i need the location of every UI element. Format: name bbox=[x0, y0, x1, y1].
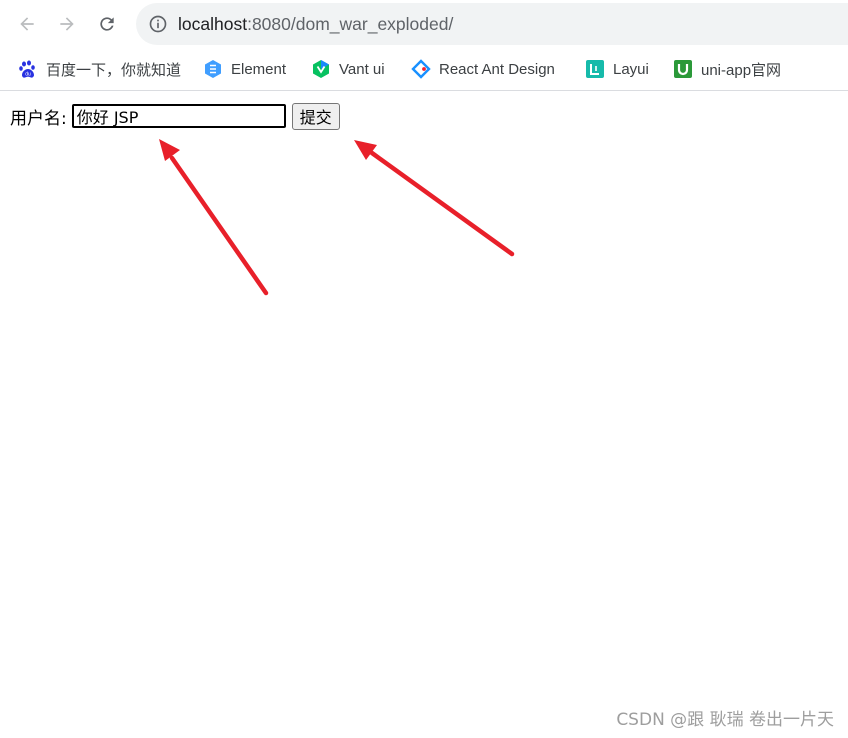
bookmarks-bar: du 百度一下，你就知道 Element Vant ui React Ant D… bbox=[0, 48, 848, 91]
bookmark-label: uni-app官网 bbox=[701, 61, 782, 79]
layui-icon bbox=[585, 59, 605, 79]
arrow-to-input bbox=[159, 139, 269, 296]
uni-app-icon bbox=[673, 59, 693, 79]
forward-button[interactable] bbox=[51, 8, 83, 40]
info-icon[interactable] bbox=[148, 14, 168, 34]
reload-icon bbox=[100, 17, 114, 31]
bookmark-vant[interactable]: Vant ui bbox=[311, 57, 385, 81]
reload-button[interactable] bbox=[91, 8, 123, 40]
url-text[interactable]: localhost:8080/dom_war_exploded/ bbox=[178, 14, 453, 34]
bookmark-layui[interactable]: Layui bbox=[585, 57, 649, 81]
browser-toolbar: localhost:8080/dom_war_exploded/ bbox=[0, 0, 848, 48]
back-button[interactable] bbox=[11, 8, 43, 40]
arrow-to-submit bbox=[354, 140, 515, 257]
url-path: :8080/dom_war_exploded/ bbox=[247, 14, 454, 34]
watermark: CSDN @跟 耿瑞 卷出一片天 bbox=[616, 710, 834, 730]
address-bar[interactable]: localhost:8080/dom_war_exploded/ bbox=[136, 3, 848, 45]
ant-design-icon bbox=[411, 59, 431, 79]
bookmark-ant-design[interactable]: React Ant Design bbox=[411, 57, 555, 81]
username-label: 用户名: bbox=[10, 108, 67, 129]
bookmark-uni-app[interactable]: uni-app官网 bbox=[673, 57, 781, 81]
element-icon bbox=[203, 59, 223, 79]
bookmark-label: React Ant Design bbox=[439, 60, 555, 78]
bookmark-label: Layui bbox=[613, 60, 649, 78]
bookmark-element[interactable]: Element bbox=[203, 57, 286, 81]
bookmark-label: Vant ui bbox=[339, 60, 385, 78]
svg-text:du: du bbox=[25, 72, 31, 78]
bookmark-label: 百度一下，你就知道 bbox=[46, 61, 182, 79]
url-host: localhost bbox=[178, 14, 248, 34]
submit-button[interactable]: 提交 bbox=[291, 102, 340, 130]
login-form: 用户名: 提交 bbox=[10, 102, 340, 130]
bookmark-baidu[interactable]: du 百度一下，你就知道 bbox=[18, 57, 181, 81]
bookmark-label: Element bbox=[231, 60, 287, 78]
vant-icon bbox=[311, 59, 331, 79]
forward-arrow-icon bbox=[60, 17, 74, 31]
back-arrow-icon bbox=[20, 17, 34, 31]
baidu-paw-icon: du bbox=[18, 59, 38, 79]
username-input[interactable] bbox=[71, 104, 286, 128]
